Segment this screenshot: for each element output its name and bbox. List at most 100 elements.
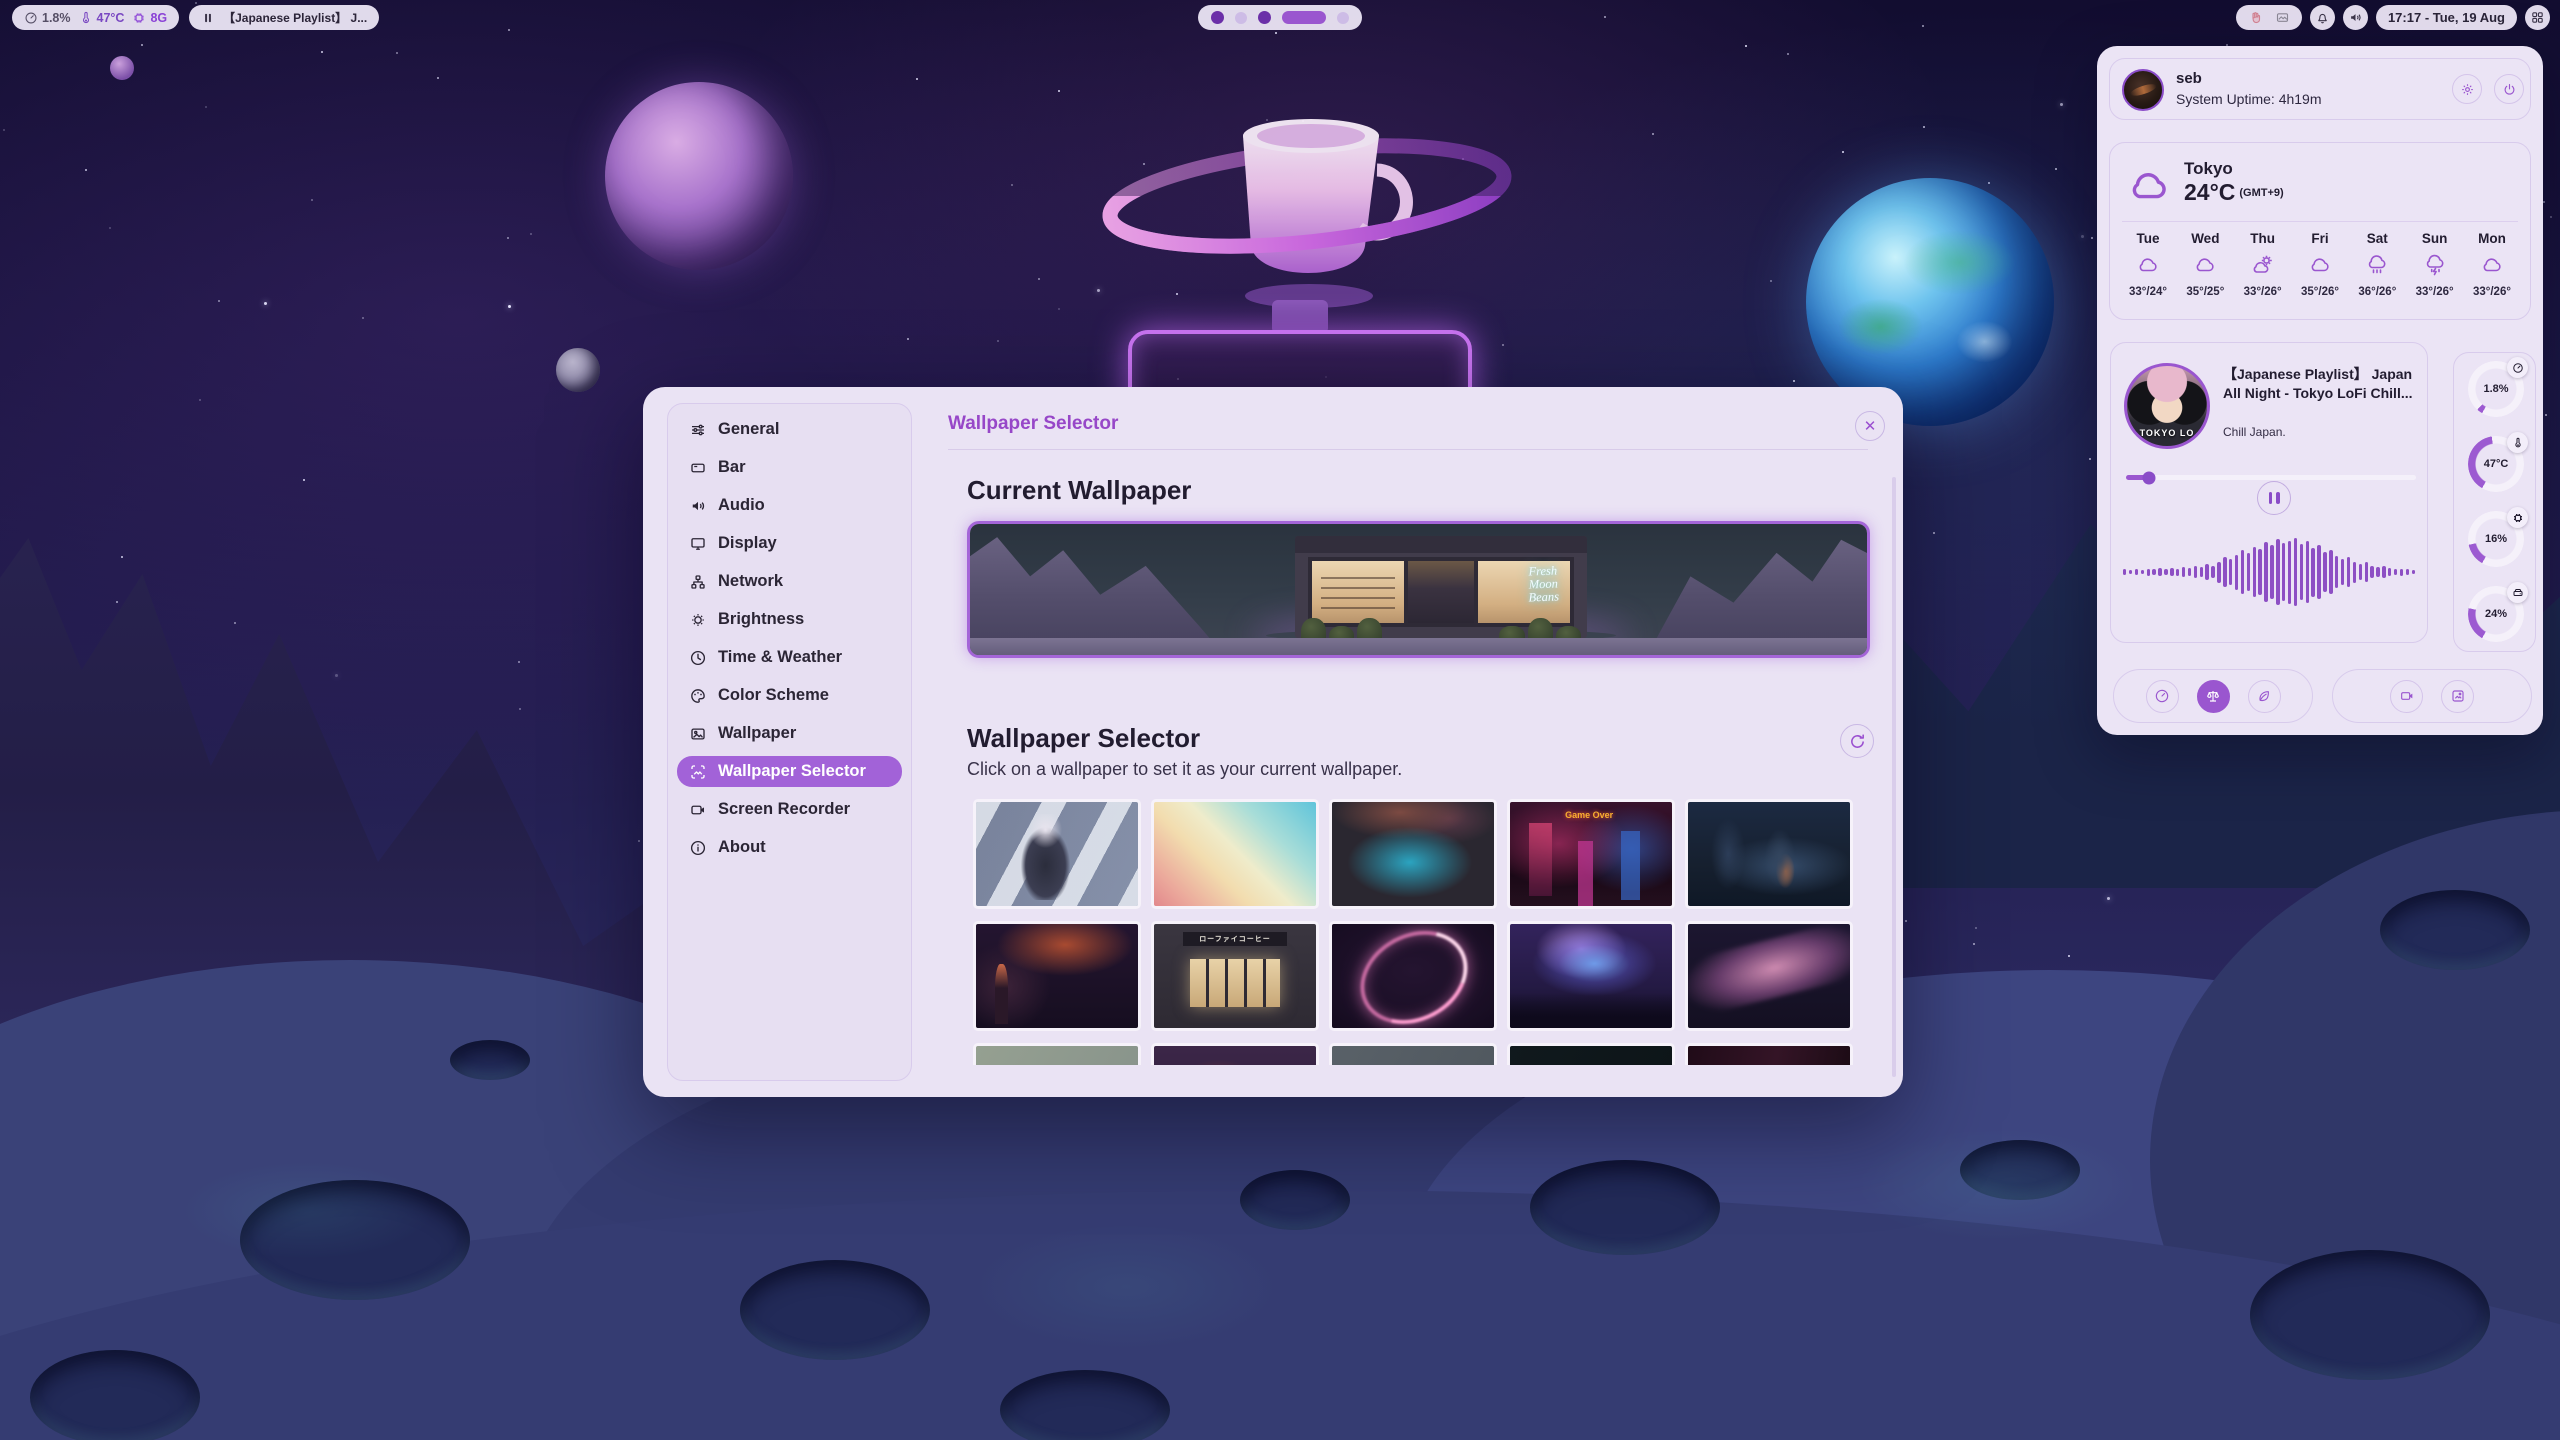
waveform-bar [2205, 564, 2208, 579]
sidebar-item-network[interactable]: Network [677, 566, 902, 597]
dashboard-panel: seb System Uptime: 4h19m Tokyo 24°C(GMT+… [2097, 46, 2543, 735]
cup-stand [1272, 300, 1328, 334]
bar-icon [689, 459, 707, 477]
screen-recorder-button[interactable] [2390, 680, 2423, 713]
sidebar-item-label: Brightness [718, 610, 804, 629]
wallpaper-thumb-sage-gray[interactable] [973, 1043, 1141, 1065]
seek-slider[interactable] [2126, 475, 2416, 480]
waveform-bar [2147, 569, 2150, 576]
sidebar-item-wallpaper[interactable]: Wallpaper [677, 718, 902, 749]
waveform-bar [2376, 567, 2379, 577]
sidebar-item-screen-recorder[interactable]: Screen Recorder [677, 794, 902, 825]
wallpaper-thumb-purple-ring-black-hole[interactable] [1329, 921, 1497, 1031]
leaf-icon [2256, 688, 2272, 704]
refresh-button[interactable] [1840, 724, 1874, 758]
balanced-button[interactable] [2197, 680, 2230, 713]
waveform-bar [2223, 557, 2226, 586]
wallpaper-thumb-dark-blue-snow-village[interactable] [1685, 799, 1853, 909]
forecast-day-fri: Fri35°/26° [2296, 231, 2344, 298]
workspace-4-active[interactable] [1282, 11, 1326, 24]
sidebar-item-display[interactable]: Display [677, 528, 902, 559]
wallpaper-thumb-dark-maroon[interactable] [1685, 1043, 1853, 1065]
waveform-bar [2211, 566, 2214, 577]
wallpaper-thumb-pastel-gradient[interactable] [1151, 799, 1319, 909]
workspace-5-empty[interactable] [1337, 12, 1349, 24]
power-button[interactable] [2494, 74, 2524, 104]
pause-button[interactable] [2257, 481, 2291, 515]
storm-weather-icon [2423, 246, 2447, 270]
sidebar-item-color-scheme[interactable]: Color Scheme [677, 680, 902, 711]
tray-app-hand-icon[interactable] [2248, 10, 2263, 25]
wallpaper-thumb-teal-blur-abstract[interactable] [1329, 799, 1497, 909]
workspace-3-occupied[interactable] [1258, 11, 1271, 24]
workspaces-pill[interactable] [1198, 5, 1362, 30]
scrollbar[interactable] [1892, 477, 1896, 1077]
forecast-day-tue: Tue33°/24° [2124, 231, 2172, 298]
selector-caption: Click on a wallpaper to set it as your c… [967, 759, 1402, 780]
waveform-bar [2123, 569, 2126, 575]
sidebar-item-brightness[interactable]: Brightness [677, 604, 902, 635]
waveform-bar [2353, 562, 2356, 583]
waveform-bar [2347, 557, 2350, 586]
wallpaper-thumb-anime-girl-crosswalk[interactable] [973, 799, 1141, 909]
notifications-button[interactable] [2310, 5, 2335, 30]
forecast-day-wed: Wed35°/25° [2181, 231, 2229, 298]
workspace-1-occupied[interactable] [1211, 11, 1224, 24]
tray-app-photo-icon[interactable] [2275, 10, 2290, 25]
waveform-bar [2164, 569, 2167, 575]
power-saver-button[interactable] [2248, 680, 2281, 713]
audio-waveform [2123, 535, 2415, 609]
sidebar-item-bar[interactable]: Bar [677, 452, 902, 483]
info-icon [689, 839, 707, 857]
weather-timezone: (GMT+9) [2239, 187, 2283, 199]
gear-icon [2460, 82, 2475, 97]
sidebar-item-wallpaper-selector[interactable]: Wallpaper Selector [677, 756, 902, 787]
wallpaper-thumb-dark-teal[interactable] [1507, 1043, 1675, 1065]
album-art: TOKYO LO [2124, 363, 2210, 449]
waveform-bar [2270, 545, 2273, 600]
performance-button[interactable] [2146, 680, 2179, 713]
avatar[interactable] [2122, 69, 2164, 111]
close-button[interactable]: ✕ [1855, 411, 1885, 441]
workspace-2-empty[interactable] [1235, 12, 1247, 24]
wallpaper-thumb-nebula-forest[interactable] [1507, 921, 1675, 1031]
wallpaper-thumb-lofi-coffee-storefront[interactable]: ローファイコーヒー [1151, 921, 1319, 1031]
waveform-bar [2176, 569, 2179, 576]
waveform-bar [2412, 570, 2415, 575]
wallpaper-thumb-red-glow-forest[interactable] [973, 921, 1141, 1031]
cloud-weather-icon [2480, 246, 2504, 270]
sidebar-item-about[interactable]: About [677, 832, 902, 863]
refresh-icon [1849, 733, 1866, 750]
wallpaper-thumb-autumn-purple-hill[interactable] [1151, 1043, 1319, 1065]
wallpaper-thumb-neon-arcade-alley[interactable]: Game Over [1507, 799, 1675, 909]
waveform-bar [2135, 569, 2138, 575]
wallpaper-thumb-pink-mesh-wave[interactable] [1685, 921, 1853, 1031]
waveform-bar [2247, 553, 2250, 592]
forecast-row: Tue33°/24°Wed35°/25°Thu33°/26°Fri35°/26°… [2124, 231, 2516, 298]
waveform-bar [2158, 568, 2161, 576]
speaker-icon [2348, 10, 2363, 25]
day-temps: 33°/26° [2468, 286, 2516, 298]
waveform-bar [2294, 538, 2297, 605]
waveform-bar [2241, 550, 2244, 593]
settings-button[interactable] [2452, 74, 2482, 104]
waveform-bar [2329, 550, 2332, 595]
screenshot-button[interactable] [2441, 680, 2474, 713]
sidebar-item-audio[interactable]: Audio [677, 490, 902, 521]
video-icon [2399, 688, 2415, 704]
day-temps: 36°/26° [2353, 286, 2401, 298]
dashboard-button[interactable] [2525, 5, 2550, 30]
sidebar-item-time-weather[interactable]: Time & Weather [677, 642, 902, 673]
sidebar-item-general[interactable]: General [677, 414, 902, 445]
clock-pill[interactable]: 17:17 - Tue, 19 Aug [2376, 5, 2517, 30]
waveform-bar [2359, 564, 2362, 581]
slider-knob[interactable] [2143, 471, 2156, 484]
header-divider [948, 449, 1868, 450]
volume-button[interactable] [2343, 5, 2368, 30]
waveform-bar [2300, 544, 2303, 600]
wallpaper-thumb-slate-gray[interactable] [1329, 1043, 1497, 1065]
album-art-text: TOKYO LO [2127, 428, 2207, 438]
media-player-card: TOKYO LO 【Japanese Playlist】 Japan All N… [2110, 342, 2428, 643]
media-pill[interactable]: 【Japanese Playlist】 J... [189, 5, 379, 30]
waveform-bar [2388, 568, 2391, 576]
